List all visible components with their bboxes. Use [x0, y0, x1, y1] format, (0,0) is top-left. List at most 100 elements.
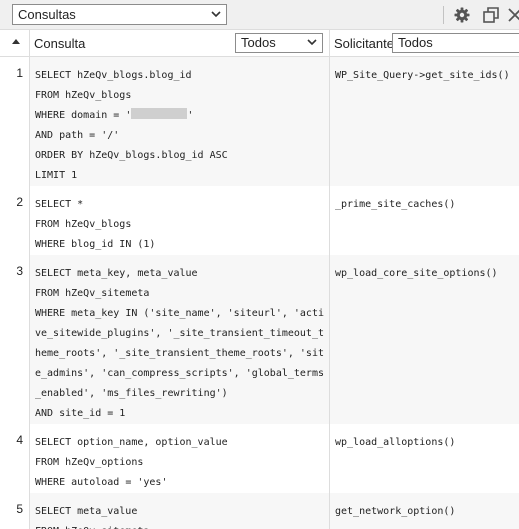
caller-column-header: Solicitante	[334, 36, 394, 51]
sql-keyword: AND	[35, 130, 54, 141]
sql-line: FROM hZeQv_sitemeta	[35, 284, 324, 304]
caller-filter-select[interactable]: Todos	[392, 33, 519, 53]
panel-toolbar: Consultas	[0, 0, 519, 30]
sort-ascending-icon[interactable]	[12, 38, 20, 46]
table-header: Consulta Todos Solicitante Todos	[0, 30, 519, 57]
sql-line: ORDER BY hZeQv_blogs.blog_id ASC	[35, 146, 228, 166]
sql-line: WHERE blog_id IN (1)	[35, 235, 155, 255]
sql-fragment: hZeQv_blogs.blog_id ASC	[83, 150, 228, 161]
sql-line: _enabled', 'ms_files_rewriting')	[35, 384, 324, 404]
caller-cell: _prime_site_caches()	[329, 186, 519, 255]
close-icon[interactable]	[505, 5, 519, 25]
sql-fragment: option_name, option_value	[71, 437, 228, 448]
caller-cell: wp_load_alloptions()	[329, 424, 519, 493]
gear-icon[interactable]	[452, 5, 472, 25]
sql-text[interactable]: SELECT hZeQv_blogs.blog_id FROM hZeQv_blo…	[35, 66, 228, 186]
sql-text[interactable]: SELECT meta_value FROM hZeQv_sitemeta	[35, 502, 149, 529]
caller-cell: WP_Site_Query->get_site_ids()	[329, 57, 519, 186]
redacted-domain	[131, 108, 188, 119]
caller-function[interactable]: get_network_option()	[335, 502, 455, 522]
sql-fragment: blog_id IN (1)	[65, 239, 156, 250]
sql-keyword: SELECT	[35, 268, 72, 279]
query-cell: SELECT hZeQv_blogs.blog_id FROM hZeQv_blo…	[29, 57, 329, 186]
sql-line: SELECT option_name, option_value	[35, 433, 228, 453]
sql-fragment: meta_key IN ('site_name', 'siteurl', 'ac…	[65, 308, 324, 319]
panel-select[interactable]: Consultas	[12, 4, 227, 25]
sql-line: LIMIT 1	[35, 166, 228, 186]
sql-keyword: FROM	[35, 457, 60, 468]
sql-fragment: site_id = 1	[53, 408, 126, 419]
sql-fragment: domain = '	[65, 110, 132, 121]
sql-keyword: WHERE	[35, 110, 66, 121]
caller-function[interactable]: WP_Site_Query->get_site_ids()	[335, 66, 510, 86]
sql-keyword: SELECT	[35, 506, 72, 517]
sql-fragment: hZeQv_options	[59, 457, 144, 468]
sql-keyword: ORDER BY	[35, 150, 84, 161]
table-row: 4 SELECT option_name, option_value FROM hZ…	[0, 424, 519, 493]
query-cell: SELECT option_name, option_value FROM hZe…	[29, 424, 329, 493]
row-number: 1	[16, 66, 23, 80]
row-number: 3	[16, 264, 23, 278]
table-row: 1 SELECT hZeQv_blogs.blog_id FROM hZeQv_bl…	[0, 57, 519, 186]
sql-keyword: SELECT	[35, 199, 72, 210]
window-detach-icon[interactable]	[481, 5, 501, 25]
caller-function[interactable]: _prime_site_caches()	[335, 195, 455, 215]
sql-line: SELECT hZeQv_blogs.blog_id	[35, 66, 228, 86]
sql-fragment: hZeQv_blogs	[59, 90, 132, 101]
row-number-cell: 5	[0, 493, 29, 529]
column-divider	[329, 30, 330, 57]
sql-keyword: SELECT	[35, 437, 72, 448]
sql-fragment: meta_key, meta_value	[71, 268, 198, 279]
sql-text[interactable]: SELECT * FROM hZeQv_blogs WHERE blog_id IN…	[35, 195, 155, 255]
query-column-header: Consulta	[34, 36, 86, 51]
sql-text[interactable]: SELECT option_name, option_value FROM hZe…	[35, 433, 228, 493]
row-number-cell: 1	[0, 57, 29, 186]
row-number: 4	[16, 433, 23, 447]
caller-cell: wp_load_core_site_options()	[329, 255, 519, 424]
table-row: 3 SELECT meta_key, meta_value FROM hZeQv_s…	[0, 255, 519, 424]
sql-fragment: _enabled', 'ms_files_rewriting')	[35, 388, 228, 399]
sql-keyword: FROM	[35, 90, 60, 101]
sql-line: heme_roots', '_site_transient_theme_root…	[35, 344, 324, 364]
sql-keyword: LIMIT	[35, 170, 66, 181]
caller-function[interactable]: wp_load_alloptions()	[335, 433, 455, 453]
sql-line: AND site_id = 1	[35, 404, 324, 424]
sql-line: SELECT meta_key, meta_value	[35, 264, 324, 284]
sql-fragment: meta_value	[71, 506, 138, 517]
sql-keyword: WHERE	[35, 308, 66, 319]
sql-keyword: WHERE	[35, 477, 66, 488]
sql-line: WHERE autoload = 'yes'	[35, 473, 228, 493]
row-number-cell: 4	[0, 424, 29, 493]
sql-line: FROM hZeQv_blogs	[35, 215, 155, 235]
sql-line: AND path = '/'	[35, 126, 228, 146]
sql-line: FROM hZeQv_sitemeta	[35, 522, 149, 529]
query-cell: SELECT meta_value FROM hZeQv_sitemeta	[29, 493, 329, 529]
table-row: 2 SELECT * FROM hZeQv_blogs WHERE blog_id I…	[0, 186, 519, 255]
caller-filter-value: Todos	[398, 35, 433, 50]
query-filter-value: Todos	[241, 35, 276, 50]
sql-line: SELECT *	[35, 195, 155, 215]
caller-function[interactable]: wp_load_core_site_options()	[335, 264, 498, 284]
sql-fragment: heme_roots', '_site_transient_theme_root…	[35, 348, 324, 359]
sql-text[interactable]: SELECT meta_key, meta_value FROM hZeQv_si…	[35, 264, 324, 424]
query-cell: SELECT meta_key, meta_value FROM hZeQv_si…	[29, 255, 329, 424]
column-divider	[29, 30, 30, 57]
sql-fragment: hZeQv_blogs	[59, 219, 132, 230]
query-filter-select[interactable]: Todos	[235, 33, 323, 53]
sql-keyword: WHERE	[35, 239, 66, 250]
sql-fragment: 1	[65, 170, 78, 181]
sql-line: WHERE meta_key IN ('site_name', 'siteurl…	[35, 304, 324, 324]
chevron-down-icon	[211, 11, 221, 18]
caller-cell: get_network_option()	[329, 493, 519, 529]
sql-keyword: SELECT	[35, 70, 72, 81]
toolbar-divider	[443, 6, 444, 24]
sql-fragment: *	[71, 199, 84, 210]
row-number-cell: 2	[0, 186, 29, 255]
row-number: 2	[16, 195, 23, 209]
sql-fragment: path = '/'	[53, 130, 120, 141]
row-number-cell: 3	[0, 255, 29, 424]
sql-fragment: '	[187, 110, 194, 121]
sql-line: ve_sitewide_plugins', '_site_transient_t…	[35, 324, 324, 344]
row-number: 5	[16, 502, 23, 516]
table-row: 5 SELECT meta_value FROM hZeQv_sitemeta get…	[0, 493, 519, 529]
